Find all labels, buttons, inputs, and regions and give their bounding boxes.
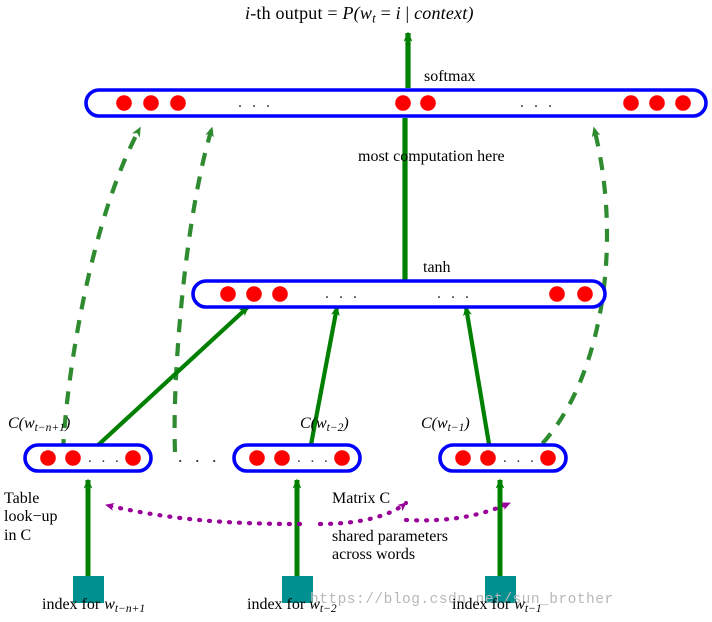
softmax-node: [116, 95, 132, 111]
embedding-label-1-w: w: [24, 415, 35, 432]
embedding-node: [455, 450, 471, 466]
tanh-node: [549, 286, 565, 302]
matrix-c-label: Matrix C: [332, 490, 390, 508]
index-label-3-w: w: [514, 596, 525, 613]
index-label-3-sub: t−1: [524, 603, 542, 616]
embedding-label-3: C(wt−1): [421, 415, 470, 435]
embedding-node: [249, 450, 265, 466]
tanh-node: [577, 286, 593, 302]
arrow-emb1-to-tanh: [94, 305, 250, 449]
shared-parameter-links: [103, 500, 513, 527]
table-lookup-line-2: look−up: [4, 508, 58, 526]
softmax-ellipsis-left: . . .: [238, 94, 273, 111]
tanh-ellipsis-right: . . .: [437, 285, 472, 302]
softmax-label: softmax: [424, 68, 476, 85]
table-lookup-line-1: Table: [4, 490, 40, 507]
embedding-label-2-suffix: ): [343, 415, 349, 432]
output-eq-close: ): [467, 3, 474, 23]
softmax-node: [143, 95, 159, 111]
embedding-label-2-prefix: C(: [300, 415, 316, 432]
nplm-diagram: i-th output = P(wt = i | context) softma…: [0, 0, 712, 622]
embedding-label-1: C(wt−n+1): [8, 415, 70, 435]
softmax-node: [623, 95, 639, 111]
output-eq-w: w: [359, 3, 373, 23]
table-lookup-in: in C: [4, 526, 32, 544]
output-eq-bar: |: [400, 3, 415, 23]
index-label-1-sub: t−n+1: [114, 603, 146, 616]
embedding-label-3-sub: t−1: [447, 422, 465, 435]
embedding-label-1-suffix: ): [64, 415, 71, 432]
embedding-label-2: C(wt−2): [300, 415, 349, 435]
output-eq-context: context: [414, 3, 468, 23]
softmax-layer[interactable]: [84, 88, 708, 118]
embedding-label-2-sub: t−2: [326, 422, 344, 435]
output-eq-equals: =: [375, 3, 396, 23]
index-label-3-prefix: index for: [452, 596, 515, 613]
index-label-3: index for wt−1: [452, 596, 542, 616]
embedding-node: [334, 450, 350, 466]
matrix-c-text: Matrix C: [332, 490, 391, 507]
output-eq-th: -th output =: [250, 3, 343, 23]
embedding-label-1-prefix: C(: [8, 415, 24, 432]
embedding-gap-ellipsis: . . .: [178, 446, 221, 466]
index-label-1-w: w: [104, 596, 115, 613]
table-lookup-label: Table look−up in C: [4, 490, 57, 545]
output-equation: i-th output = P(wt = i | context): [245, 3, 474, 27]
embedding-1-ellipsis: . . .: [88, 450, 122, 466]
most-computation-label: most computation here: [358, 148, 505, 165]
embedding-node: [65, 450, 81, 466]
shared-param-arrow-right: [403, 500, 513, 523]
index-label-2: index for wt−2: [247, 596, 337, 616]
index-label-2-prefix: index for: [247, 596, 310, 613]
embedding-label-1-sub: t−n+1: [34, 422, 65, 435]
embedding-3-ellipsis: . . .: [503, 450, 537, 466]
tanh-label: tanh: [423, 259, 451, 276]
tanh-layer[interactable]: [191, 279, 607, 309]
softmax-node: [170, 95, 186, 111]
softmax-node: [675, 95, 691, 111]
embedding-2-ellipsis: . . .: [297, 450, 331, 466]
tanh-node: [272, 286, 288, 302]
softmax-ellipsis-right: . . .: [520, 94, 555, 111]
index-label-2-w: w: [309, 596, 320, 613]
softmax-node: [420, 95, 436, 111]
index-label-2-sub: t−2: [319, 603, 337, 616]
shared-parameters-line-1: shared parameters: [332, 528, 448, 545]
embedding-node: [540, 450, 556, 466]
index-label-1: index for wt−n+1: [42, 596, 145, 616]
embedding-node: [480, 450, 496, 466]
embedding-label-2-w: w: [316, 415, 327, 432]
embedding-label-3-suffix: ): [464, 415, 470, 432]
output-eq-p: P(: [342, 3, 360, 23]
embedding-node: [125, 450, 141, 466]
shared-parameters-line-2: across words: [332, 546, 416, 564]
table-lookup-line-3: in C: [4, 527, 31, 544]
embedding-label-3-prefix: C(: [421, 415, 437, 432]
embedding-node: [274, 450, 290, 466]
softmax-node: [649, 95, 665, 111]
tanh-node: [246, 286, 262, 302]
skip-connection-left-outer: [60, 126, 142, 453]
tanh-ellipsis-left: . . .: [325, 285, 360, 302]
softmax-node: [395, 95, 411, 111]
embedding-label-3-w: w: [437, 415, 448, 432]
shared-param-arrow-left: [103, 502, 303, 527]
tanh-node: [220, 286, 236, 302]
embedding-node: [40, 450, 56, 466]
index-label-1-prefix: index for: [42, 596, 105, 613]
shared-parameters-label: shared parameters across words: [332, 528, 448, 565]
